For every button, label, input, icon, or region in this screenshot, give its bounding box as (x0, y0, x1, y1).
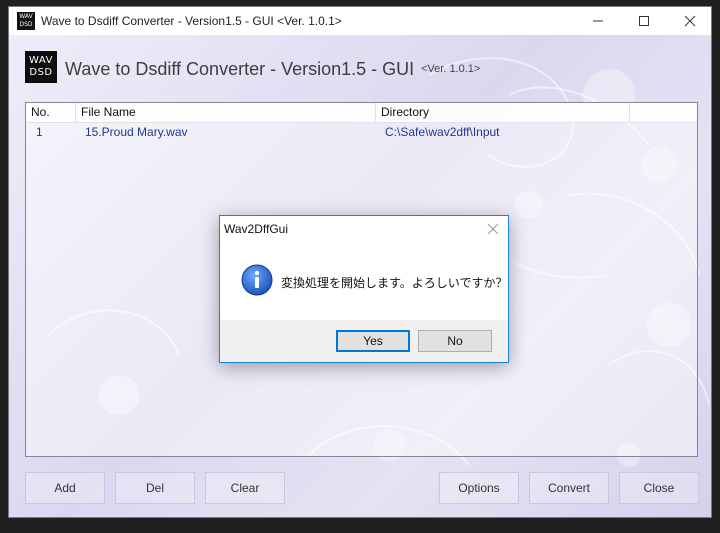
confirm-dialog: Wav2DffGui 変換処理を開始します。よろしいですか？ Yes No (219, 215, 509, 363)
app-logo: WAV DSD (25, 51, 57, 83)
column-header-directory[interactable]: Directory (376, 103, 630, 122)
app-title: Wave to Dsdiff Converter - Version1.5 - … (65, 59, 415, 79)
minimize-button[interactable] (575, 7, 621, 35)
list-header: No. File Name Directory (26, 103, 697, 123)
add-button[interactable]: Add (25, 472, 105, 504)
row-file-name: 15.Proud Mary.wav (85, 125, 188, 139)
maximize-button[interactable] (621, 7, 667, 35)
row-no: 1 (36, 125, 43, 139)
maximize-icon (639, 16, 649, 26)
column-header-no[interactable]: No. (26, 103, 76, 122)
dialog-close-button[interactable] (486, 222, 500, 236)
title-bar[interactable]: WAV DSD Wave to Dsdiff Converter - Versi… (9, 7, 711, 35)
yes-button[interactable]: Yes (336, 330, 410, 352)
convert-button[interactable]: Convert (529, 472, 609, 504)
row-directory: C:\Safe\wav2dff\Input (385, 125, 500, 139)
app-version: <Ver. 1.0.1> (421, 63, 481, 75)
close-icon (684, 15, 696, 27)
app-icon: WAV DSD (17, 12, 35, 30)
information-icon (241, 264, 273, 296)
minimize-icon (593, 20, 603, 22)
close-window-button[interactable] (667, 7, 711, 35)
dialog-title: Wav2DffGui (224, 222, 289, 236)
table-row[interactable]: 1 15.Proud Mary.wav C:\Safe\wav2dff\Inpu… (26, 123, 697, 141)
column-header-file-name[interactable]: File Name (76, 103, 376, 122)
clear-button[interactable]: Clear (205, 472, 285, 504)
close-button[interactable]: Close (619, 472, 699, 504)
app-icon-top-text: WAV (19, 13, 33, 20)
app-logo-bottom-text: DSD (29, 67, 53, 78)
dialog-message: 変換処理を開始します。よろしいですか？ (281, 276, 508, 290)
del-button[interactable]: Del (115, 472, 195, 504)
app-logo-top-text: WAV (29, 55, 53, 66)
dialog-footer: Yes No (220, 320, 508, 362)
window-title: Wave to Dsdiff Converter - Version1.5 - … (41, 14, 342, 28)
app-icon-bottom-text: DSD (19, 21, 33, 28)
no-button[interactable]: No (418, 330, 492, 352)
options-button[interactable]: Options (439, 472, 519, 504)
close-icon (487, 223, 499, 235)
